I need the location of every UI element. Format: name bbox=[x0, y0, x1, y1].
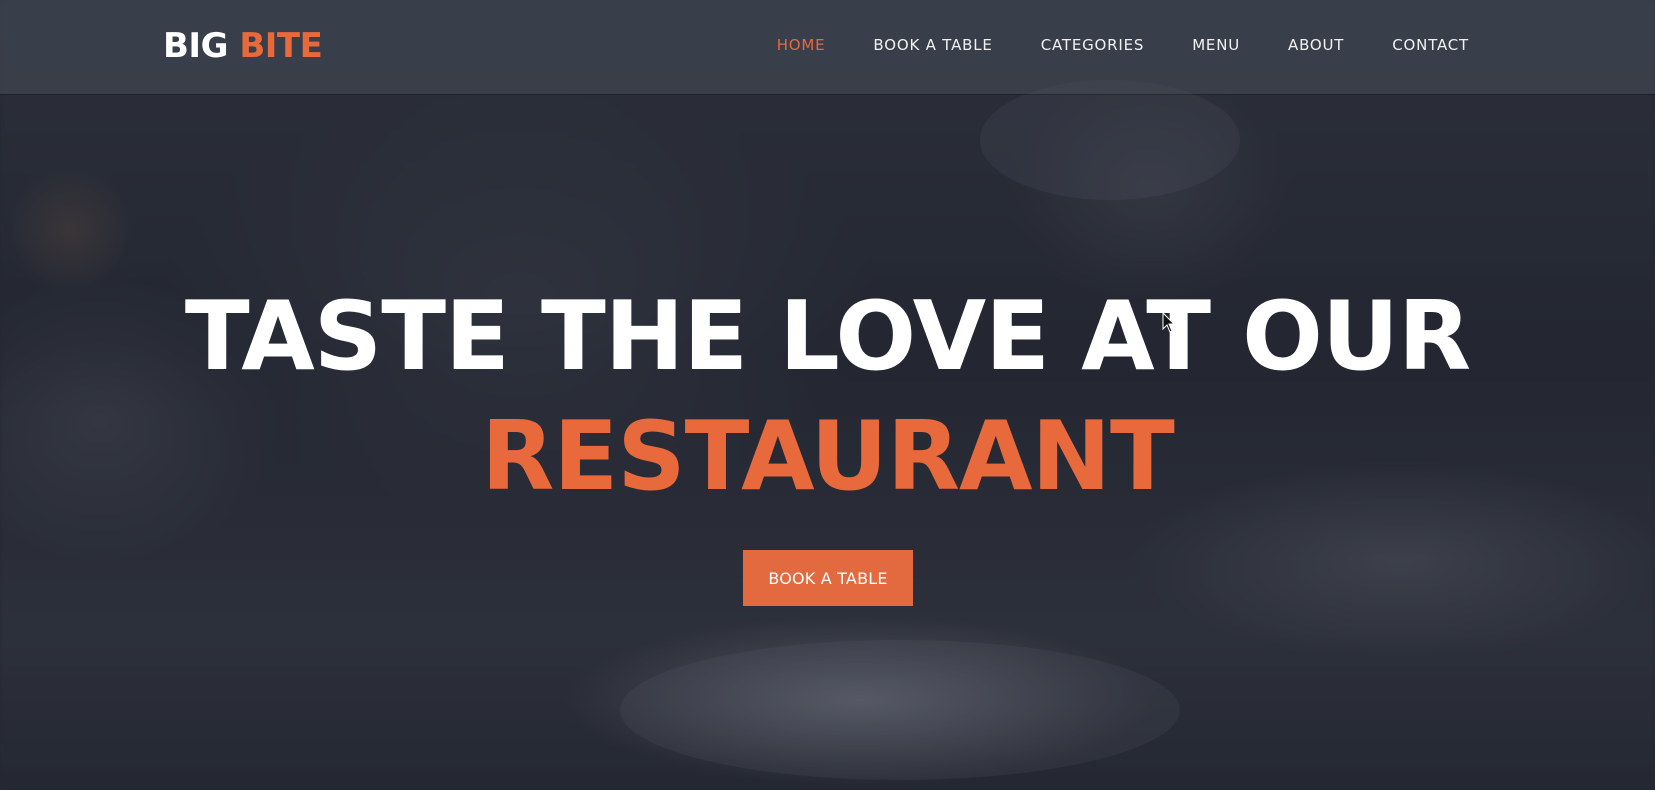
nav-item-book-a-table[interactable]: BOOK A TABLE bbox=[873, 36, 992, 54]
page: BIG BITE HOME BOOK A TABLE CATEGORIES ME… bbox=[0, 0, 1655, 790]
main-nav: HOME BOOK A TABLE CATEGORIES MENU ABOUT … bbox=[729, 36, 1469, 54]
nav-item-home[interactable]: HOME bbox=[777, 36, 826, 54]
book-a-table-button[interactable]: BOOK A TABLE bbox=[743, 550, 913, 606]
brand-logo[interactable]: BIG BITE bbox=[163, 26, 323, 66]
top-navbar: BIG BITE HOME BOOK A TABLE CATEGORIES ME… bbox=[0, 0, 1655, 94]
hero-headline-line1: TASTE THE LOVE AT OUR bbox=[184, 282, 1471, 392]
nav-item-contact[interactable]: CONTACT bbox=[1392, 36, 1469, 54]
hero-dark-overlay bbox=[0, 0, 1655, 790]
nav-item-categories[interactable]: CATEGORIES bbox=[1041, 36, 1145, 54]
nav-item-menu[interactable]: MENU bbox=[1192, 36, 1240, 54]
nav-item-about[interactable]: ABOUT bbox=[1288, 36, 1344, 54]
brand-name-part2: BITE bbox=[239, 26, 323, 66]
hero-headline-line2: RESTAURANT bbox=[481, 402, 1175, 512]
brand-name-part1: BIG bbox=[163, 26, 228, 66]
mouse-cursor-icon bbox=[1162, 312, 1176, 333]
